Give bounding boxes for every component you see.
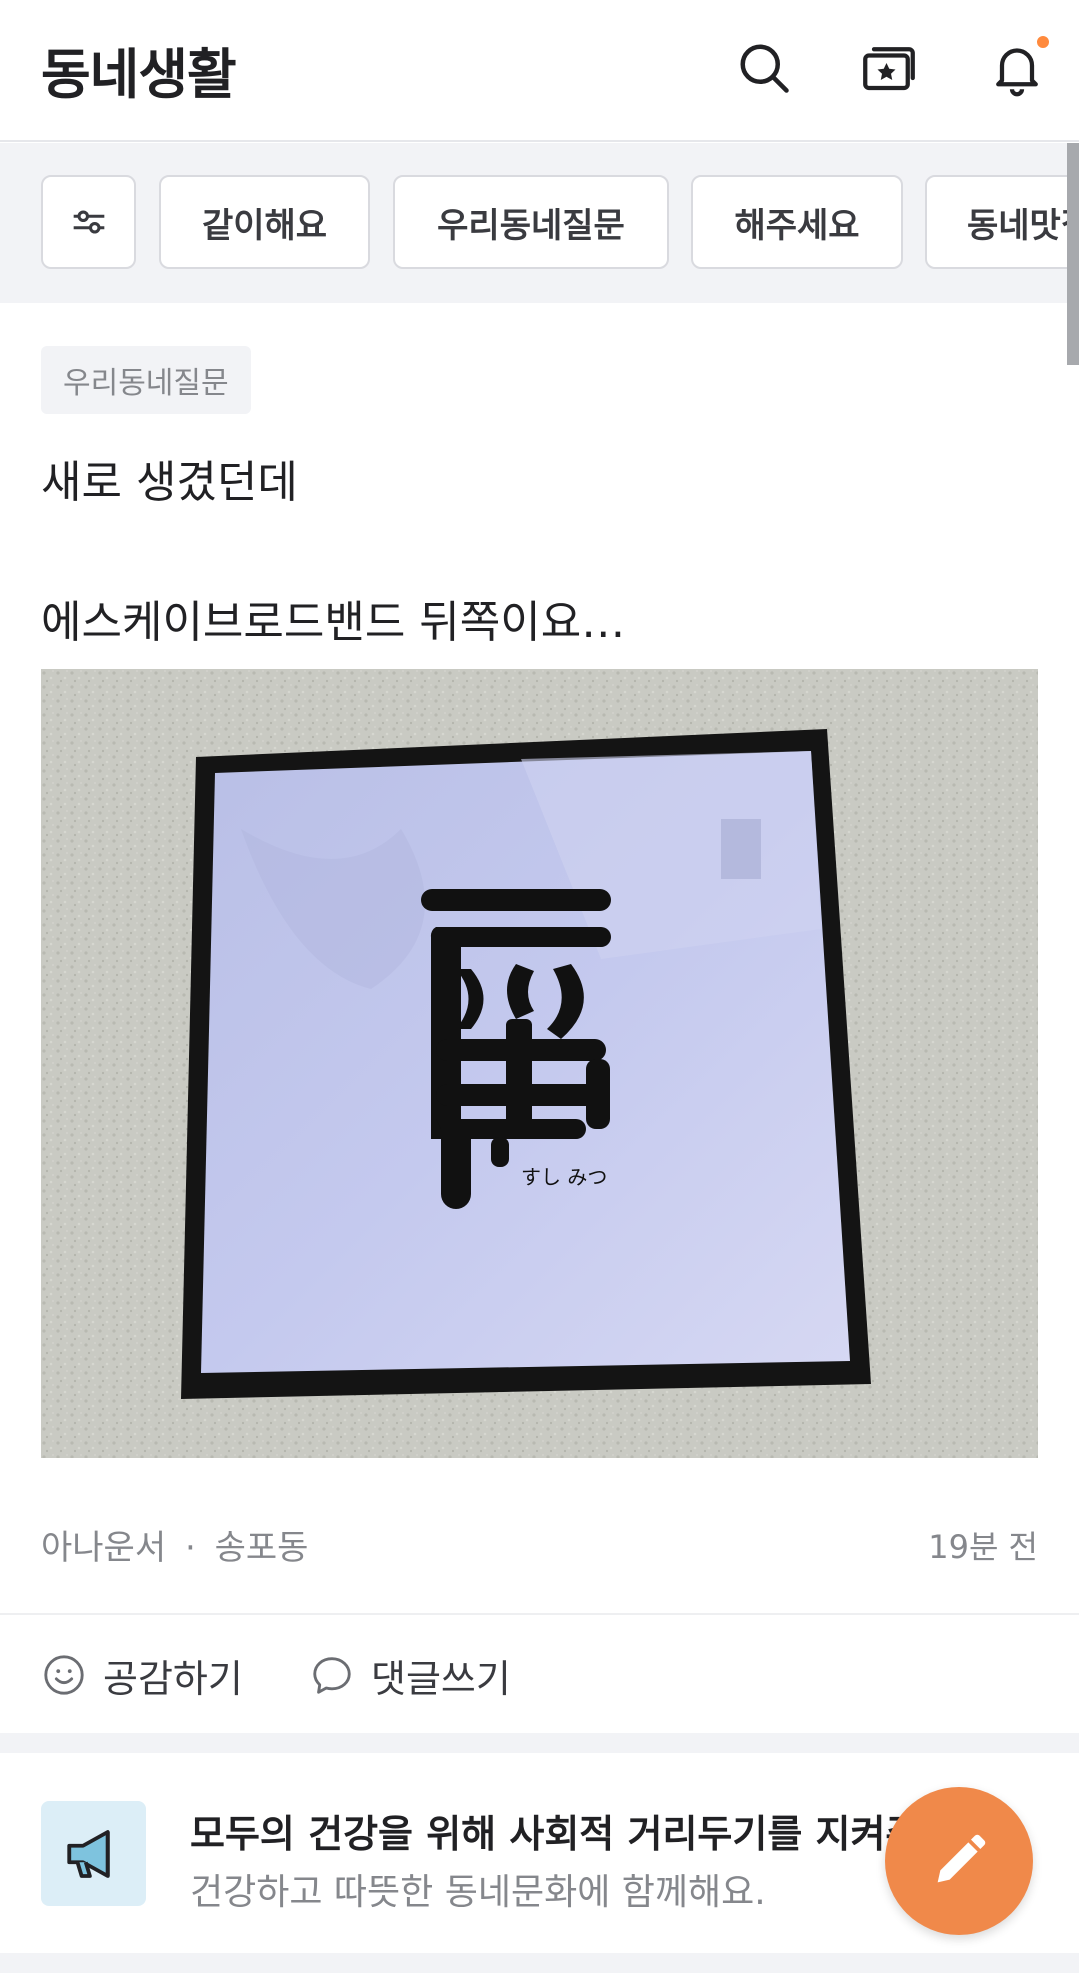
category-chip-bar[interactable]: 같이해요 우리동네질문 해주세요 동네맛집 [0, 143, 1079, 303]
megaphone-icon [66, 1829, 110, 1878]
notice-subtitle: 건강하고 따뜻한 동네문화에 함께해요. [190, 1872, 766, 1913]
bookmark-button[interactable] [855, 34, 923, 102]
post-text-line2: 에스케이브로드밴드 뒤쪽이요… [41, 597, 626, 648]
notice-icon-box [41, 1801, 146, 1906]
comment-bubble-icon [313, 1657, 351, 1694]
section-gap [0, 1733, 1079, 1753]
chip-please-do[interactable]: 해주세요 [691, 175, 903, 269]
meta-separator: · [184, 1528, 196, 1568]
scrollbar[interactable] [1067, 143, 1079, 365]
sushi-sign-photo: すし みつ [41, 669, 1038, 1458]
category-badge: 우리동네질문 [41, 346, 251, 414]
search-icon [740, 44, 789, 93]
page-title: 동네생활 [41, 43, 237, 106]
chip-together[interactable]: 같이해요 [159, 175, 370, 269]
author-name[interactable]: 아나운서 [41, 1528, 166, 1568]
notice-title: 모두의 건강을 위해 사회적 거리두기를 지켜주세요 [190, 1812, 991, 1856]
search-button[interactable] [730, 34, 798, 102]
author-location: 송포동 [214, 1528, 309, 1568]
comment-button[interactable]: 댓글쓰기 [309, 1645, 511, 1705]
notification-dot [1035, 34, 1051, 50]
app-header: 동네생활 [0, 0, 1079, 142]
filter-button[interactable] [41, 175, 136, 269]
like-button[interactable]: 공감하기 [41, 1645, 243, 1705]
sliders-icon [73, 210, 104, 234]
section-gap-bottom [0, 1953, 1079, 1973]
chip-neighborhood-question[interactable]: 우리동네질문 [393, 175, 669, 269]
write-post-button[interactable] [885, 1787, 1033, 1935]
pencil-icon [937, 1834, 986, 1883]
post-time: 19분 전 [928, 1528, 1038, 1566]
like-label: 공감하기 [103, 1656, 243, 1701]
comment-label: 댓글쓰기 [371, 1656, 511, 1701]
smile-icon [44, 1655, 84, 1695]
chip-local-restaurants[interactable]: 동네맛집 [925, 175, 1079, 269]
sign-caption: すし みつ [521, 1165, 607, 1189]
notification-button[interactable] [983, 34, 1051, 102]
bookmark-star-icon [863, 47, 915, 91]
post-author-meta: 아나운서 · 송포동 [41, 1520, 308, 1569]
post-image[interactable]: すし みつ [41, 669, 1038, 1458]
post-text-line1: 새로 생겼던데 [41, 457, 298, 508]
divider [0, 1613, 1079, 1615]
